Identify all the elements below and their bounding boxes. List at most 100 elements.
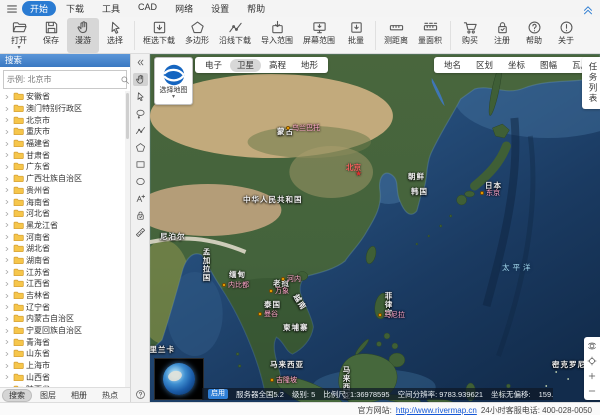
scrollbar-thumb[interactable] xyxy=(126,93,129,139)
strip-tool-collapse-panel[interactable] xyxy=(133,56,148,69)
tree-item-province[interactable]: 江苏省 xyxy=(0,266,130,278)
toolbar-button-6[interactable]: 多边形 xyxy=(180,18,214,53)
site-link[interactable]: http://www.rivermap.cn xyxy=(396,406,477,415)
tree-item-province[interactable]: 贵州省 xyxy=(0,185,130,197)
tree-item-province[interactable]: 广西壮族自治区 xyxy=(0,173,130,185)
strip-tool-polyline[interactable] xyxy=(133,124,148,137)
rect-icon xyxy=(135,159,146,170)
chevrons-up-icon xyxy=(581,2,595,16)
province-label: 澳门特别行政区 xyxy=(26,103,82,114)
caret-right-icon xyxy=(3,292,11,300)
toolbar-button-3[interactable]: 漫游 xyxy=(67,18,99,53)
strip-tool-circle[interactable] xyxy=(133,175,148,188)
map-type-tab-1[interactable]: 电子 xyxy=(198,59,229,72)
toolbar-button-16[interactable]: 关于 xyxy=(550,18,582,53)
overlay-option-3[interactable]: 坐标 xyxy=(501,59,532,72)
tree-item-province[interactable]: 北京市 xyxy=(0,114,130,126)
overlay-option-4[interactable]: 图幅 xyxy=(533,59,564,72)
tree-item-province[interactable]: 安徽省 xyxy=(0,91,130,103)
tree-item-province[interactable]: 广东省 xyxy=(0,161,130,173)
toolbar-button-14[interactable]: 注册 xyxy=(486,18,518,53)
tree-item-province[interactable]: 青海省 xyxy=(0,336,130,348)
strip-tool-add-text[interactable] xyxy=(133,192,148,205)
tree-item-province[interactable]: 辽宁省 xyxy=(0,301,130,313)
toolbar-button-15[interactable]: 帮助 xyxy=(518,18,550,53)
map-orbit-button[interactable] xyxy=(587,341,597,351)
toolbar-button-4[interactable]: 选择 xyxy=(99,18,131,53)
strip-help-button[interactable] xyxy=(135,389,146,400)
folder-fill-icon xyxy=(13,150,24,161)
sidebar-tab-3[interactable]: 相册 xyxy=(65,390,93,401)
sidebar-tab-2[interactable]: 图层 xyxy=(34,390,62,401)
strip-tool-rectangle[interactable] xyxy=(133,158,148,171)
tree-item-province[interactable]: 江西省 xyxy=(0,278,130,290)
menu-item-2[interactable]: 下载 xyxy=(58,1,92,16)
menu-item-6[interactable]: 设置 xyxy=(203,1,237,16)
strip-tool-polygon[interactable] xyxy=(133,141,148,154)
tree-item-province[interactable]: 山西省 xyxy=(0,372,130,384)
toolbar-button-13[interactable]: 购买 xyxy=(454,18,486,53)
collapse-ribbon-icon[interactable] xyxy=(581,2,595,16)
tree-item-province[interactable]: 甘肃省 xyxy=(0,149,130,161)
toolbar-button-11[interactable]: 测距离 xyxy=(379,18,413,53)
tree-item-province[interactable]: 陕西省 xyxy=(0,383,130,387)
sidebar-tab-1[interactable]: 搜索 xyxy=(3,390,31,401)
tree-item-province[interactable]: 上海市 xyxy=(0,360,130,372)
task-list-tab[interactable]: 任务列表 xyxy=(582,57,600,109)
folder-fill-icon xyxy=(13,325,24,336)
zoom-level: 级别: 5 xyxy=(292,389,315,400)
tree-item-province[interactable]: 海南省 xyxy=(0,196,130,208)
caret-down-icon: ▾ xyxy=(172,95,175,100)
tree-item-province[interactable]: 湖南省 xyxy=(0,255,130,267)
toolbar-button-7[interactable]: 沿线下载 xyxy=(214,18,256,53)
map-target-button[interactable] xyxy=(587,356,597,366)
search-input[interactable] xyxy=(4,75,120,84)
map-plus-button[interactable] xyxy=(587,371,597,381)
toolbar-button-9[interactable]: 屏幕范围 xyxy=(298,18,340,53)
tree-item-province[interactable]: 内蒙古自治区 xyxy=(0,313,130,325)
strip-tool-pan[interactable] xyxy=(133,73,148,86)
toolbar-button-10[interactable]: 批量 xyxy=(340,18,372,53)
tree-item-province[interactable]: 宁夏回族自治区 xyxy=(0,325,130,337)
toolbar-button-2[interactable]: 保存 xyxy=(35,18,67,53)
province-label: 黑龙江省 xyxy=(26,220,58,231)
tree-item-province[interactable]: 山东省 xyxy=(0,348,130,360)
map-type-tab-3[interactable]: 高程 xyxy=(262,59,293,72)
map-type-tab-4[interactable]: 地形 xyxy=(294,59,325,72)
strip-tool-lasso[interactable] xyxy=(133,107,148,120)
menu-item-3[interactable]: 工具 xyxy=(94,1,128,16)
search-box[interactable] xyxy=(3,70,127,89)
toolbar-button-5[interactable]: 框选下载 xyxy=(138,18,180,53)
menu-item-5[interactable]: 网络 xyxy=(167,1,201,16)
strip-tool-lock[interactable] xyxy=(133,209,148,222)
map-minus-button[interactable] xyxy=(587,386,597,396)
caret-right-icon xyxy=(3,327,11,335)
tree-item-province[interactable]: 澳门特别行政区 xyxy=(0,103,130,115)
map-type-tab-2[interactable]: 卫星 xyxy=(230,59,261,72)
map-viewport[interactable]: 选择地图 ▾ 电子卫星高程地形 地名区划坐标图幅瓦片 任务列表 蒙古中华人民共和… xyxy=(150,54,600,402)
tree-item-province[interactable]: 湖北省 xyxy=(0,243,130,255)
toolbar-button-12[interactable]: 量面积 xyxy=(413,18,447,53)
tree-item-province[interactable]: 河南省 xyxy=(0,231,130,243)
strip-tool-measure[interactable] xyxy=(133,226,148,239)
toolbar-button-8[interactable]: 导入范围 xyxy=(256,18,298,53)
map-source-button[interactable]: 选择地图 ▾ xyxy=(154,57,193,105)
hamburger-menu-icon[interactable] xyxy=(5,2,19,16)
sidebar-tab-4[interactable]: 热点 xyxy=(96,390,124,401)
tree-item-province[interactable]: 吉林省 xyxy=(0,290,130,302)
minus-icon xyxy=(587,386,597,396)
tree-item-province[interactable]: 黑龙江省 xyxy=(0,220,130,232)
overview-globe[interactable] xyxy=(154,358,204,400)
tree-item-province[interactable]: 重庆市 xyxy=(0,126,130,138)
toolbar-button-1[interactable]: 打开▾ xyxy=(3,18,35,53)
menu-item-4[interactable]: CAD xyxy=(130,1,165,16)
tree-item-province[interactable]: 河北省 xyxy=(0,208,130,220)
tree-scrollbar[interactable] xyxy=(125,91,130,387)
tree-item-province[interactable]: 福建省 xyxy=(0,138,130,150)
menu-item-7[interactable]: 帮助 xyxy=(239,1,273,16)
server-badge[interactable]: 启用 xyxy=(208,389,228,399)
overlay-option-1[interactable]: 地名 xyxy=(437,59,468,72)
menu-item-1[interactable]: 开始 xyxy=(22,1,56,16)
overlay-option-2[interactable]: 区划 xyxy=(469,59,500,72)
strip-tool-select[interactable] xyxy=(133,90,148,103)
